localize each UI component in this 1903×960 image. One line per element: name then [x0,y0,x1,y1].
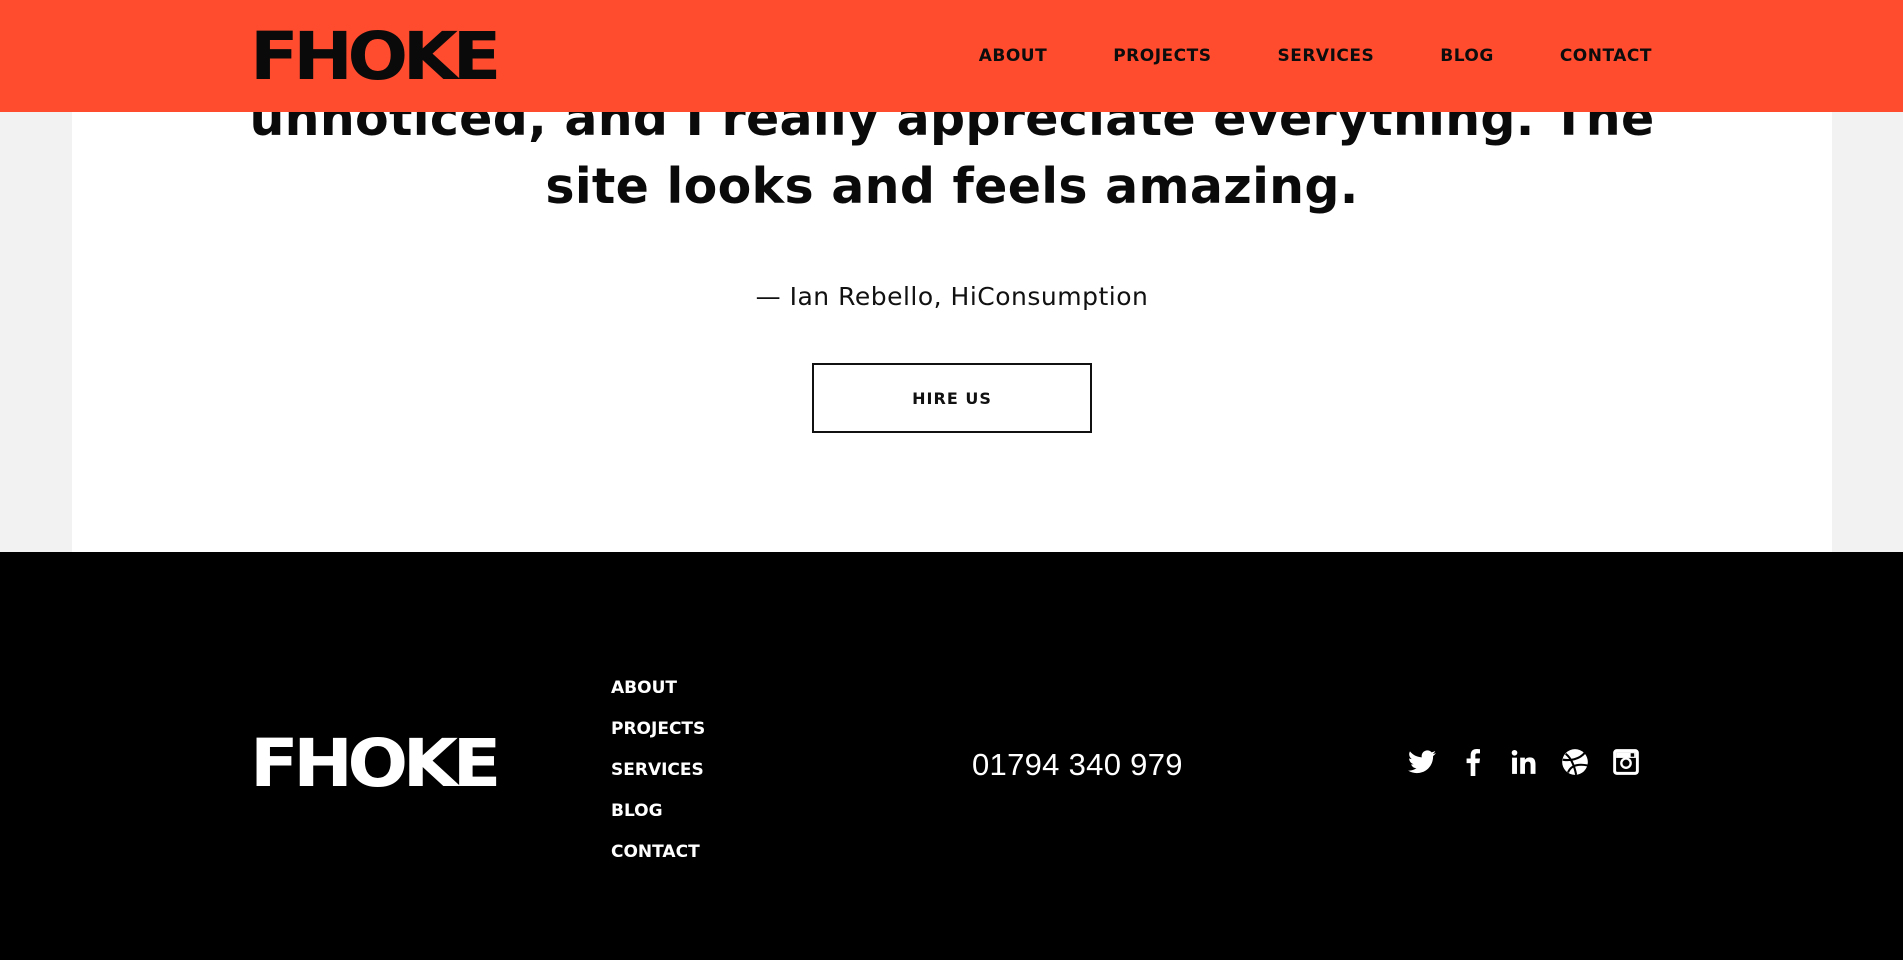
footer-nav-about[interactable]: ABOUT [611,668,705,709]
dribbble-icon[interactable] [1558,745,1592,779]
footer-nav-services[interactable]: SERVICES [611,750,705,791]
footer-nav-contact[interactable]: CONTACT [611,832,705,873]
footer-nav: ABOUT PROJECTS SERVICES BLOG CONTACT [611,668,705,873]
quote-line: site looks and feels amazing. [545,158,1359,215]
site-header: FHOKE ABOUT PROJECTS SERVICES BLOG CONTA… [0,0,1903,112]
instagram-icon[interactable] [1609,745,1643,779]
testimonial-attribution: — Ian Rebello, HiConsumption [755,282,1149,311]
nav-item-about[interactable]: ABOUT [979,46,1047,66]
header-logo[interactable]: FHOKE [250,24,501,90]
site-footer: FHOKE ABOUT PROJECTS SERVICES BLOG CONTA… [0,552,1903,960]
hire-us-button[interactable]: HIRE US [812,363,1092,433]
facebook-icon[interactable] [1456,745,1490,779]
linkedin-icon[interactable] [1507,745,1541,779]
nav-item-projects[interactable]: PROJECTS [1113,46,1211,66]
nav-item-blog[interactable]: BLOG [1440,46,1494,66]
main-nav: ABOUT PROJECTS SERVICES BLOG CONTACT [979,0,1652,112]
twitter-icon[interactable] [1405,745,1439,779]
footer-nav-blog[interactable]: BLOG [611,791,705,832]
social-links [1405,745,1643,779]
footer-nav-projects[interactable]: PROJECTS [611,709,705,750]
footer-phone[interactable]: 01794 340 979 [972,747,1183,783]
nav-item-services[interactable]: SERVICES [1277,46,1374,66]
nav-item-contact[interactable]: CONTACT [1560,46,1652,66]
footer-logo[interactable]: FHOKE [250,731,501,797]
